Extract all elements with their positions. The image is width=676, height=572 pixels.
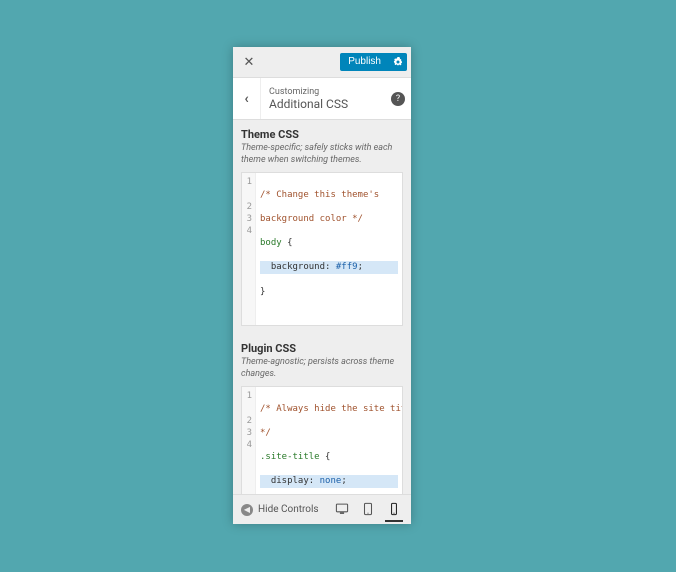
hide-controls-label: Hide Controls bbox=[258, 504, 319, 515]
section-title: Additional CSS bbox=[269, 97, 391, 111]
theme-css-desc: Theme-specific; safely sticks with each … bbox=[241, 143, 403, 166]
hide-controls-button[interactable]: ◀ Hide Controls bbox=[241, 504, 319, 516]
collapse-icon: ◀ bbox=[241, 504, 253, 516]
plugin-gutter: 1 2 3 4 bbox=[242, 387, 256, 494]
device-mobile-button[interactable] bbox=[385, 498, 403, 522]
help-button[interactable]: ? bbox=[391, 92, 405, 106]
theme-css-heading: Theme CSS bbox=[241, 128, 403, 141]
gear-icon bbox=[393, 57, 403, 67]
theme-css-section: Theme CSS Theme-specific; safely sticks … bbox=[233, 120, 411, 334]
customizer-panel: ✕ Publish ‹ Customizing Additional CSS ?… bbox=[233, 47, 411, 524]
header-text: Customizing Additional CSS bbox=[261, 87, 391, 111]
theme-code[interactable]: /* Change this theme's background color … bbox=[256, 173, 402, 325]
plugin-css-editor[interactable]: 1 2 3 4 /* Always hide the site title */… bbox=[241, 386, 403, 494]
plugin-css-desc: Theme-agnostic; persists across theme ch… bbox=[241, 357, 403, 380]
plugin-code[interactable]: /* Always hide the site title */ .site-t… bbox=[256, 387, 402, 494]
top-right-actions: Publish bbox=[340, 53, 407, 71]
customizing-label: Customizing bbox=[269, 87, 391, 97]
publish-button[interactable]: Publish bbox=[340, 53, 389, 71]
panel-body: Theme CSS Theme-specific; safely sticks … bbox=[233, 120, 411, 494]
panel-footer: ◀ Hide Controls bbox=[233, 494, 411, 524]
theme-css-editor[interactable]: 1 2 3 4 /* Change this theme's backgroun… bbox=[241, 172, 403, 326]
back-button[interactable]: ‹ bbox=[233, 78, 261, 119]
device-desktop-button[interactable] bbox=[333, 498, 351, 522]
settings-gear-button[interactable] bbox=[389, 53, 407, 71]
plugin-css-section: Plugin CSS Theme-agnostic; persists acro… bbox=[233, 334, 411, 494]
panel-header: ‹ Customizing Additional CSS ? bbox=[233, 78, 411, 120]
plugin-css-heading: Plugin CSS bbox=[241, 342, 403, 355]
mobile-icon bbox=[387, 502, 401, 516]
tablet-icon bbox=[361, 502, 375, 516]
device-preview-tabs bbox=[333, 498, 403, 522]
panel-top-bar: ✕ Publish bbox=[233, 47, 411, 78]
device-tablet-button[interactable] bbox=[359, 498, 377, 522]
desktop-icon bbox=[335, 502, 349, 516]
close-button[interactable]: ✕ bbox=[239, 52, 259, 72]
theme-gutter: 1 2 3 4 bbox=[242, 173, 256, 325]
